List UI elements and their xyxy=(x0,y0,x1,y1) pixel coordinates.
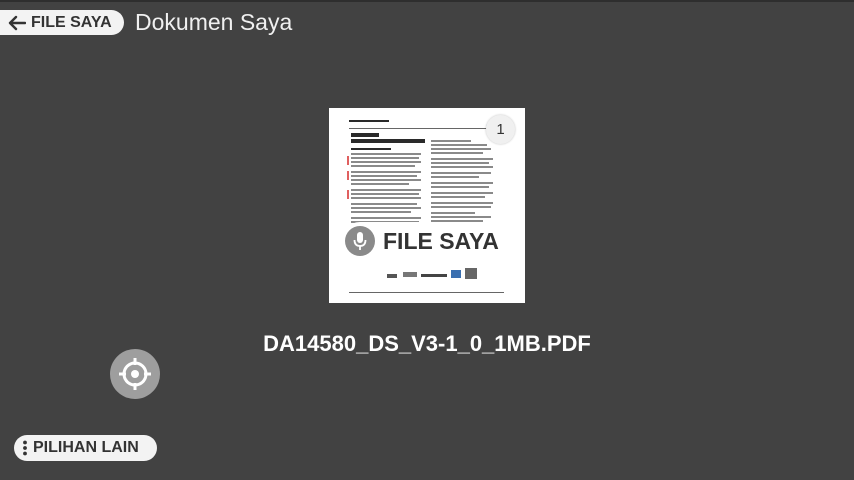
vertical-dots-icon xyxy=(23,440,27,456)
arrow-left-icon xyxy=(8,15,26,30)
page-number-badge: 1 xyxy=(486,115,515,144)
back-button-label: FILE SAYA xyxy=(31,13,112,31)
document-thumbnail[interactable]: ◆ xyxy=(329,108,525,303)
locate-button[interactable] xyxy=(110,349,160,399)
document-page-preview: ◆ xyxy=(347,116,509,294)
voice-hint-label: FILE SAYA xyxy=(383,227,499,254)
voice-hint[interactable]: FILE SAYA xyxy=(341,222,511,260)
top-divider xyxy=(0,0,854,2)
microphone-icon xyxy=(345,226,375,256)
more-options-button[interactable]: PILIHAN LAIN xyxy=(14,435,157,461)
crosshair-target-icon xyxy=(119,358,151,390)
more-options-label: PILIHAN LAIN xyxy=(33,439,139,456)
back-button[interactable]: FILE SAYA xyxy=(0,10,124,35)
page-title: Dokumen Saya xyxy=(135,9,293,35)
